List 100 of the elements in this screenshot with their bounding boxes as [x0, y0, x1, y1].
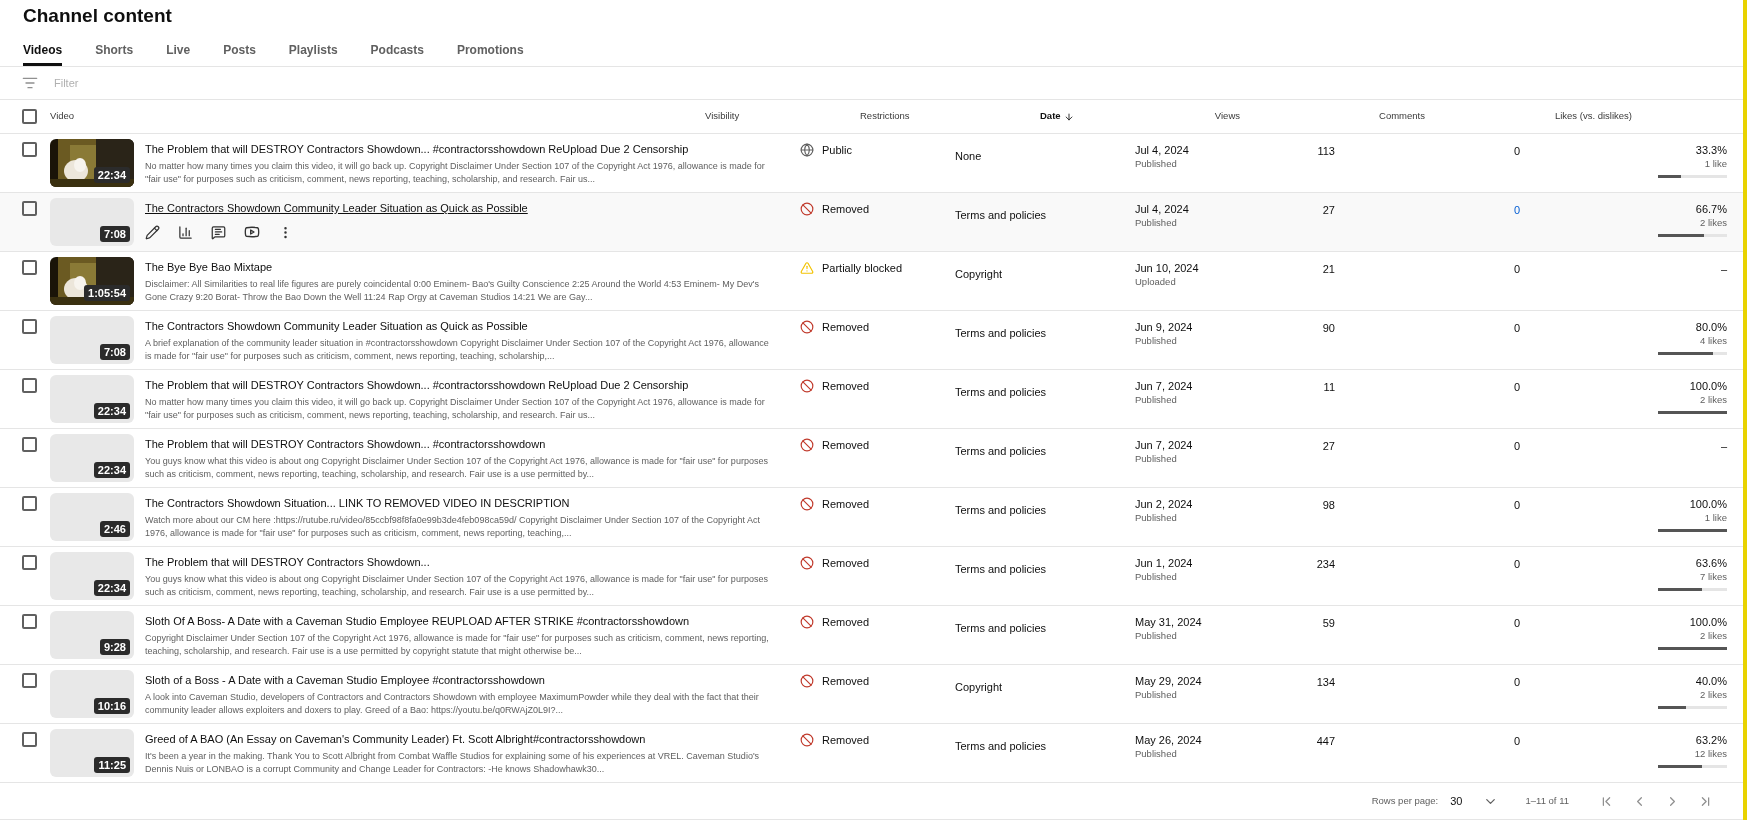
video-description: No matter how many times you claim this video, it will go back up. Copyright Disclaimer Under Section 107 of the Copyright Act 1976, allowance is made for "fair use" for purposes such as criticism, comment, news reporting, teaching, scholarship, and research. Fair us...: [145, 160, 766, 185]
visibility-label: Removed: [822, 497, 870, 512]
video-description: Copyright Disclaimer Under Section 107 of the Copyright Act 1976, allowance is made for "fair use" for purposes such as criticism, comment, news reporting, teaching, scholarship, and research. Fair use is a use permitted by copyright statute that might otherwise be...: [145, 632, 770, 657]
likes-count: 2 likes: [1700, 216, 1727, 230]
row-checkbox[interactable]: [22, 378, 37, 393]
comments-count: 0: [1513, 675, 1520, 690]
video-description: It's been a year in the making. Thank You to Scott Albright from Combat Waffle Studios for explaining some of his experiences at VREL. Caveman Studio's Dennis Nuis or LONBAO is a corrupt Community and Change Leader for Contractors: -He knows Shadowhawk30...: [145, 750, 761, 775]
row-checkbox[interactable]: [22, 496, 37, 511]
video-title[interactable]: Greed of A BAO (An Essay on Caveman's Community Leader) Ft. Scott Albright#contractorsshowdown: [145, 732, 646, 747]
date-status: Published: [1135, 511, 1177, 525]
restriction-label: Terms and policies: [955, 445, 1047, 457]
globe-icon: [800, 143, 814, 158]
filter-icon[interactable]: [22, 75, 38, 91]
visibility-label: Public: [822, 143, 852, 158]
video-title[interactable]: The Problem that will DESTROY Contractors Showdown... #contractorsshowdown ReUpload Due 2 Censorship: [145, 378, 689, 393]
views-count: 98: [1322, 498, 1335, 513]
video-title[interactable]: The Contractors Showdown Community Leader Situation as Quick as Possible: [145, 201, 528, 216]
row-checkbox[interactable]: [22, 437, 37, 452]
date-status: Published: [1135, 747, 1177, 761]
date-status: Published: [1135, 393, 1177, 407]
tab[interactable]: Live: [166, 37, 191, 66]
tab[interactable]: Posts: [223, 37, 256, 66]
restriction-label: Copyright: [955, 681, 1003, 693]
row-checkbox[interactable]: [22, 555, 37, 570]
views-count: 59: [1322, 616, 1335, 631]
comments-icon[interactable]: [211, 224, 226, 240]
column-header[interactable]: Date: [1040, 109, 1074, 124]
video-title[interactable]: The Contractors Showdown Situation... LINK TO REMOVED VIDEO IN DESCRIPTION: [145, 496, 570, 511]
views-count: 90: [1322, 321, 1335, 336]
tab[interactable]: Promotions: [456, 37, 524, 66]
date-status: Published: [1135, 570, 1177, 584]
comments-count[interactable]: 0: [1513, 202, 1520, 219]
edit-icon[interactable]: [145, 224, 160, 240]
tab[interactable]: Videos: [23, 37, 63, 66]
column-header[interactable]: Views: [1214, 109, 1240, 124]
video-description: A look into Caveman Studio, developers of Contractors and Contractors Showdown with employee MaximumPowder while they deal with the fact that their community leader allows exploiters and doxers to play. Greed of a Bao: https://youtu.be/q0RWAjZ0L9I?...: [145, 691, 760, 716]
row-checkbox[interactable]: [22, 732, 37, 747]
date-status: Published: [1135, 157, 1177, 171]
play-icon[interactable]: [244, 224, 260, 240]
row-checkbox[interactable]: [22, 319, 37, 334]
video-title[interactable]: Sloth Of A Boss- A Date with a Caveman Studio Employee REUPLOAD AFTER STRIKE #contractorsshowdown: [145, 614, 690, 629]
video-row[interactable]: 7:08 The Contractors Showdown Community Leader Situation as Quick as Possible Removed Terms and policies Jul 4, 2024 Published 27 0 66.7% 2 likes: [0, 193, 1743, 252]
date-text: Jul 4, 2024: [1135, 143, 1189, 157]
video-title[interactable]: The Problem that will DESTROY Contractors Showdown...: [145, 555, 430, 570]
video-title[interactable]: The Problem that will DESTROY Contractors Showdown... #contractorsshowdown ReUpload Due 2 Censorship: [145, 142, 689, 157]
column-header[interactable]: Video: [50, 109, 75, 124]
likes-percent: 63.6%: [1695, 556, 1727, 570]
video-description: No matter how many times you claim this video, it will go back up. Copyright Disclaimer Under Section 107 of the Copyright Act 1976, allowance is made for "fair use" for purposes such as criticism, comment, news reporting, teaching, scholarship, and research. Fair us...: [145, 396, 766, 421]
likes-percent: 100.0%: [1689, 497, 1727, 511]
row-checkbox[interactable]: [22, 673, 37, 688]
visibility-label: Removed: [822, 320, 870, 335]
date-status: Published: [1135, 629, 1177, 643]
visibility-label: Removed: [822, 615, 870, 630]
row-checkbox[interactable]: [22, 201, 37, 216]
restriction-label: Terms and policies: [955, 386, 1047, 398]
tab[interactable]: Shorts: [95, 37, 134, 66]
date-status: Published: [1135, 688, 1177, 702]
column-header[interactable]: Likes (vs. dislikes): [1554, 109, 1632, 124]
date-status: Uploaded: [1135, 275, 1176, 289]
duration-badge: 11:25: [94, 757, 130, 773]
tab[interactable]: Playlists: [288, 37, 338, 66]
page-title: Channel content: [22, 4, 173, 28]
views-count: 27: [1322, 439, 1335, 454]
video-title[interactable]: The Bye Bye Bao Mixtape: [145, 260, 273, 275]
likes-count: 12 likes: [1694, 747, 1727, 761]
duration-badge: 22:34: [93, 403, 130, 419]
likes-empty: –: [1720, 262, 1727, 277]
select-all-checkbox[interactable]: [22, 109, 37, 124]
column-header[interactable]: Restrictions: [860, 109, 910, 124]
row-checkbox[interactable]: [22, 260, 37, 275]
video-title[interactable]: Sloth of a Boss - A Date with a Caveman Studio Employee #contractorsshowdown: [145, 673, 545, 688]
filter-field[interactable]: Filter: [54, 74, 354, 92]
likes-empty: –: [1720, 439, 1727, 454]
row-checkbox[interactable]: [22, 142, 37, 157]
row-checkbox[interactable]: [22, 614, 37, 629]
date-text: May 31, 2024: [1135, 615, 1202, 629]
date-text: May 29, 2024: [1135, 674, 1202, 688]
likes-percent: 80.0%: [1695, 320, 1727, 334]
analytics-icon[interactable]: [178, 224, 193, 240]
restriction-label: Copyright: [955, 268, 1003, 280]
video-title[interactable]: The Problem that will DESTROY Contractors Showdown... #contractorsshowdown: [145, 437, 546, 452]
comments-count: 0: [1513, 616, 1520, 631]
column-header[interactable]: Comments: [1379, 109, 1425, 124]
likes-percent: 100.0%: [1689, 615, 1727, 629]
warning-icon: [800, 261, 814, 276]
column-header[interactable]: Visibility: [705, 109, 740, 124]
video-title[interactable]: The Contractors Showdown Community Leader Situation as Quick as Possible: [145, 319, 528, 334]
date-text: Jun 10, 2024: [1135, 261, 1199, 275]
ban-icon: [800, 556, 814, 571]
rows-per-page-select[interactable]: 30: [1450, 792, 1498, 810]
duration-badge: 22:34: [93, 167, 130, 183]
views-count: 447: [1316, 734, 1335, 749]
video-description: You guys know what this video is about ong Copyright Disclaimer Under Section 107 of the Copyright Act 1976, allowance is made for "fair use" for purposes such as criticism, comment, news reporting, teaching, scholarship, and research. Fair use is a use permitted by...: [145, 455, 769, 480]
video-description: A brief explanation of the community leader situation in #contractorsshowdown Copyright Disclaimer Under Section 107 of the Copyright Act 1976, allowance is made for "fair use" for purposes such as criticism, comment, news reporting, teaching, scholarship,...: [145, 337, 770, 362]
views-count: 234: [1316, 557, 1335, 572]
tab[interactable]: Podcasts: [370, 37, 424, 66]
duration-badge: 9:28: [99, 639, 130, 655]
visibility-label: Partially blocked: [822, 261, 903, 276]
likes-percent: 33.3%: [1695, 143, 1727, 157]
page-range: 1–11 of 11: [1525, 793, 1569, 808]
